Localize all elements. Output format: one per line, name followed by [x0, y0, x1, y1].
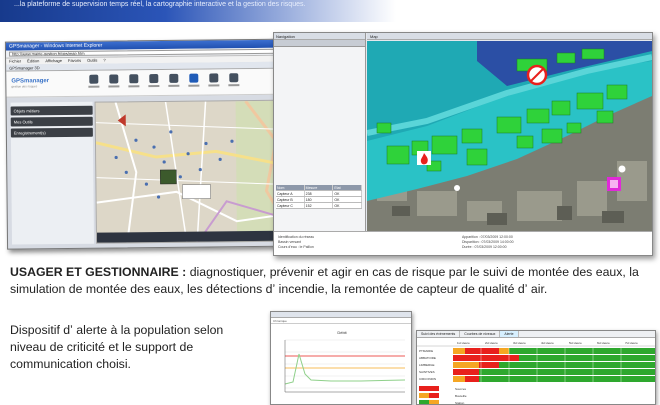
- gis-nav-title: Navigation: [274, 33, 365, 40]
- header-band: ...la plateforme de supervision temps ré…: [0, 0, 660, 22]
- header-text: ...la plateforme de supervision temps ré…: [14, 1, 306, 8]
- prohibition-icon: [526, 64, 548, 86]
- toolbar-quit-icon[interactable]: [228, 73, 240, 89]
- svg-text:ABBATOIRE: ABBATOIRE: [419, 356, 436, 360]
- svg-text:4H Heure: 4H Heure: [541, 341, 554, 345]
- svg-text:Station: Station: [455, 401, 465, 405]
- table-header: Etat: [333, 185, 363, 190]
- sensor-table: Nom Mesure Etat Capteur A 238 OK Capteur B…: [276, 185, 363, 209]
- gis-window: Navigation Nom Mesure Etat Capteur A 238 O…: [273, 32, 653, 256]
- menu-item[interactable]: Outils: [87, 58, 97, 64]
- alert-grid-window: Suivi des évènements Courbes de niveaux …: [416, 330, 656, 405]
- svg-text:5H Heure: 5H Heure: [569, 341, 582, 345]
- main-description: USAGER ET GESTIONNAIRE : diagnostiquer, …: [10, 264, 655, 298]
- gis-info-panel: Identification du réseau Bassin versant …: [274, 231, 652, 255]
- svg-text:LIMBERGE: LIMBERGE: [419, 363, 435, 367]
- gis-navigation-panel: Navigation Nom Mesure Etat Capteur A 238 O…: [274, 33, 366, 255]
- toolbar-help-icon[interactable]: [208, 73, 220, 89]
- svg-text:Bouteille: Bouteille: [455, 394, 467, 398]
- table-header: Nom: [276, 185, 305, 190]
- flood-map[interactable]: [367, 41, 652, 231]
- chart-window: Chronique Débit: [270, 311, 412, 405]
- sensor-icon: [607, 177, 621, 191]
- gis-map-title: Map: [367, 33, 652, 40]
- toolbar-tools-icon[interactable]: [108, 74, 120, 90]
- sidebar-item-tools[interactable]: Mes Outils: [10, 116, 93, 127]
- app-header: GPSmanager gestion des risques: [6, 68, 313, 98]
- chart-title: Débit: [337, 330, 347, 335]
- svg-text:SAINTIVES: SAINTIVES: [419, 370, 435, 374]
- table-row[interactable]: Capteur C 152 OK: [276, 203, 363, 209]
- flood-map-svg: [367, 41, 652, 231]
- toolbar-layers-icon[interactable]: [128, 74, 140, 90]
- gis-nav-tabs[interactable]: [274, 40, 365, 47]
- app-toolbar: [88, 73, 240, 91]
- menu-item[interactable]: Affichage: [45, 58, 62, 64]
- alert-grid: 1H Heure 2H Heure 3H Heure 4H Heure 5H H…: [417, 339, 655, 405]
- alert-grid-tabs: Suivi des évènements Courbes de niveaux …: [417, 331, 655, 338]
- sidebar: Objets métiers Mes Outils Enregistrement…: [10, 105, 93, 140]
- sidebar-item-objects[interactable]: Objets métiers: [10, 105, 93, 116]
- svg-text:1H Heure: 1H Heure: [457, 341, 470, 345]
- tab-curves[interactable]: Courbes de niveaux: [460, 331, 501, 337]
- menu-item[interactable]: ?: [103, 58, 105, 64]
- svg-text:Sources: Sources: [455, 387, 467, 391]
- sidebar-item-records[interactable]: Enregistrement(s): [10, 127, 93, 138]
- tab-events[interactable]: Suivi des évènements: [417, 331, 461, 337]
- app-logo: GPSmanager gestion des risques: [11, 78, 50, 89]
- main-description-lead: USAGER ET GESTIONNAIRE :: [10, 265, 187, 279]
- toolbar-sensors-icon[interactable]: [168, 73, 180, 90]
- browser-window: GPSmanager - Windows Internet Explorer h…: [4, 38, 316, 250]
- toolbar-alerts-icon[interactable]: [148, 74, 160, 90]
- alert-description: Dispositif dʼ alerte à la population sel…: [10, 323, 224, 371]
- svg-text:6H Heure: 6H Heure: [597, 341, 610, 345]
- tab-alert[interactable]: Alerte: [500, 331, 519, 337]
- table-header: Mesure: [305, 185, 334, 190]
- info-line: Durée : 07/03/2009 12:00:00: [462, 245, 507, 249]
- toolbar-map-icon[interactable]: [188, 73, 200, 90]
- svg-text:2H Heure: 2H Heure: [485, 341, 498, 345]
- svg-text:PTMAIRIE: PTMAIRIE: [419, 349, 433, 353]
- info-line: Cours d'eau : le Paillon: [278, 245, 314, 249]
- menu-item[interactable]: Favoris: [68, 58, 81, 64]
- level-chart: Débit: [271, 324, 411, 404]
- svg-text:CIRCONDIN: CIRCONDIN: [419, 377, 436, 381]
- svg-text:7H Heure: 7H Heure: [625, 341, 638, 345]
- fire-icon: [417, 151, 431, 165]
- svg-text:3H Heure: 3H Heure: [513, 341, 526, 345]
- toolbar-data-icon[interactable]: [88, 74, 100, 91]
